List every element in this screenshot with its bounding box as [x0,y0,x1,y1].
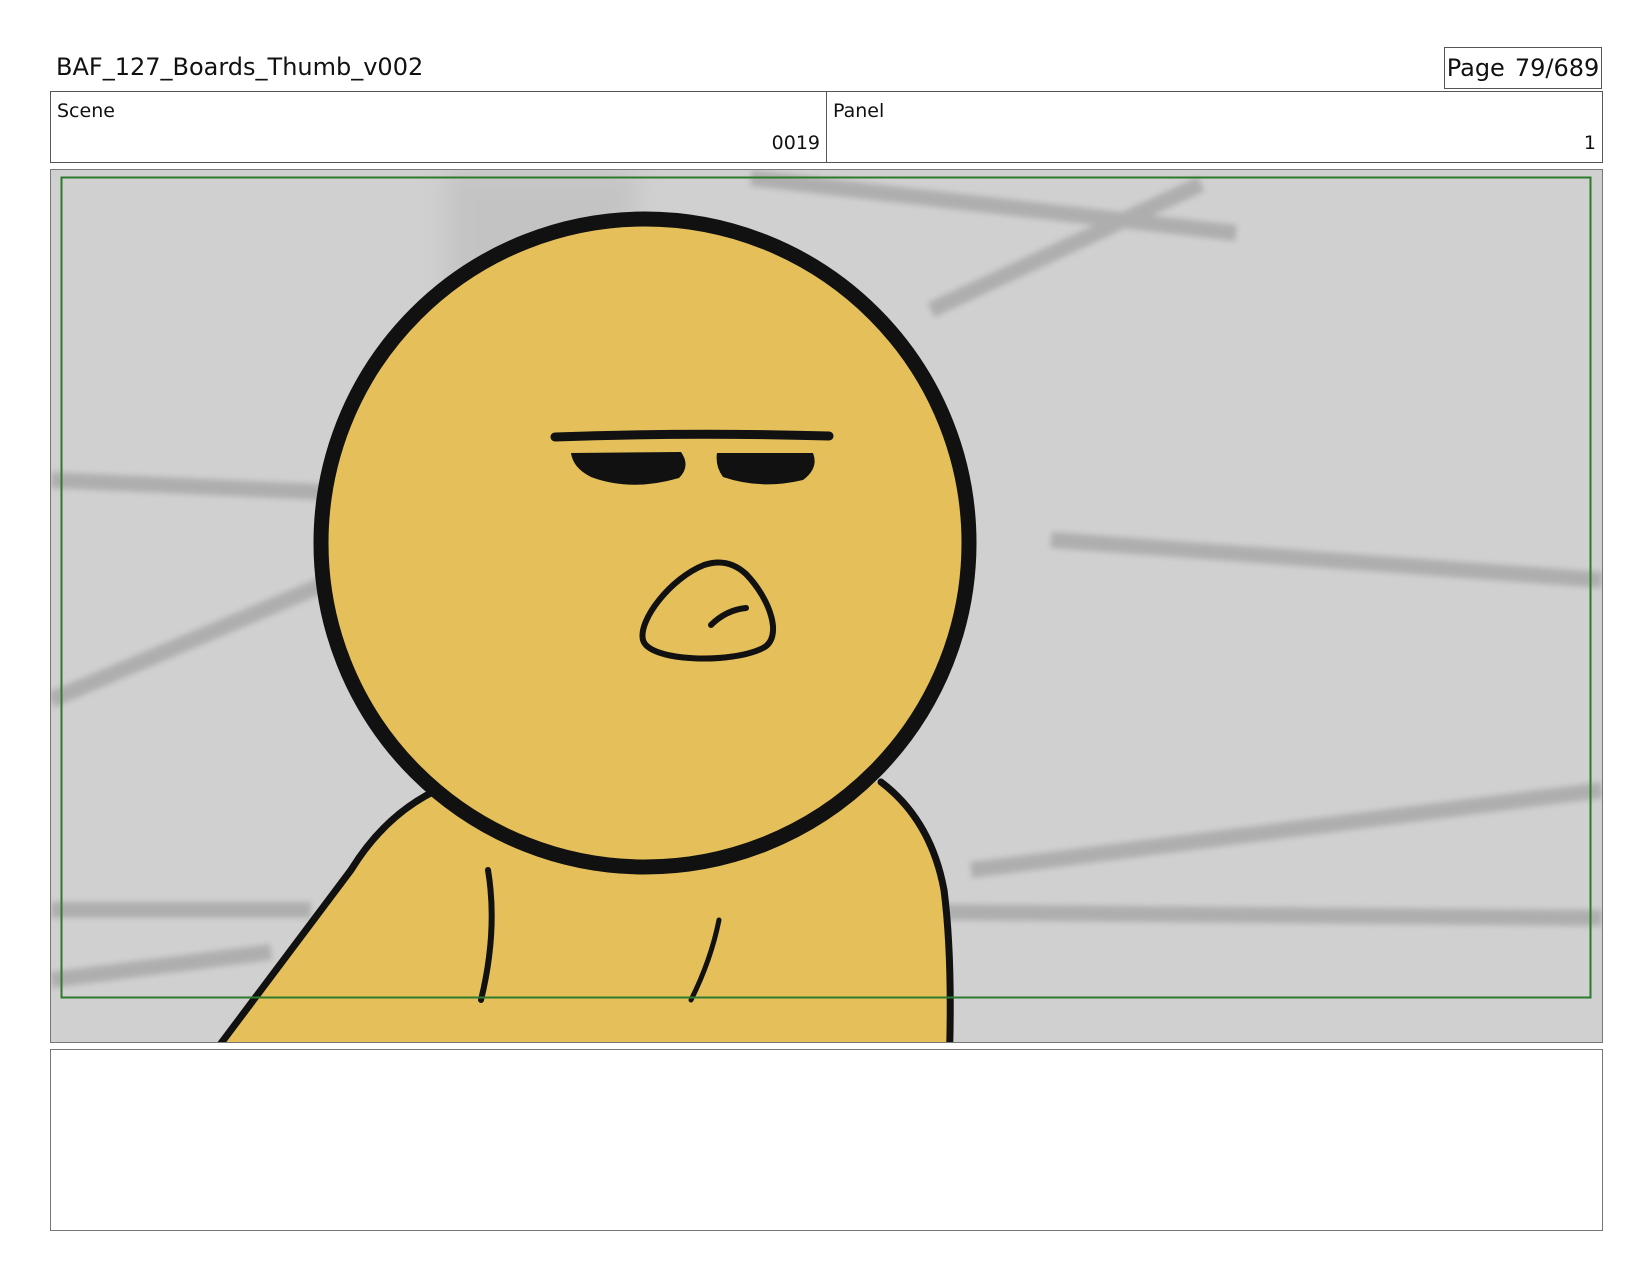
page-label: Page [1446,54,1505,82]
scene-cell: Scene 0019 [51,92,827,162]
document-title: BAF_127_Boards_Thumb_v002 [56,53,424,81]
scene-label: Scene [57,100,115,122]
panel-label: Panel [833,100,885,122]
panel-value: 1 [1583,132,1596,154]
scene-panel-info: Scene 0019 Panel 1 [50,91,1603,163]
page-indicator: Page 79/689 [1444,47,1602,89]
page-number: 79/689 [1514,54,1600,82]
character-head [313,211,977,875]
panel-drawing [51,170,1602,1042]
brow-line [550,429,834,442]
panel-cell: Panel 1 [827,92,1602,162]
notes-box [50,1049,1603,1231]
storyboard-panel-image [50,169,1603,1043]
scene-value: 0019 [771,132,820,154]
